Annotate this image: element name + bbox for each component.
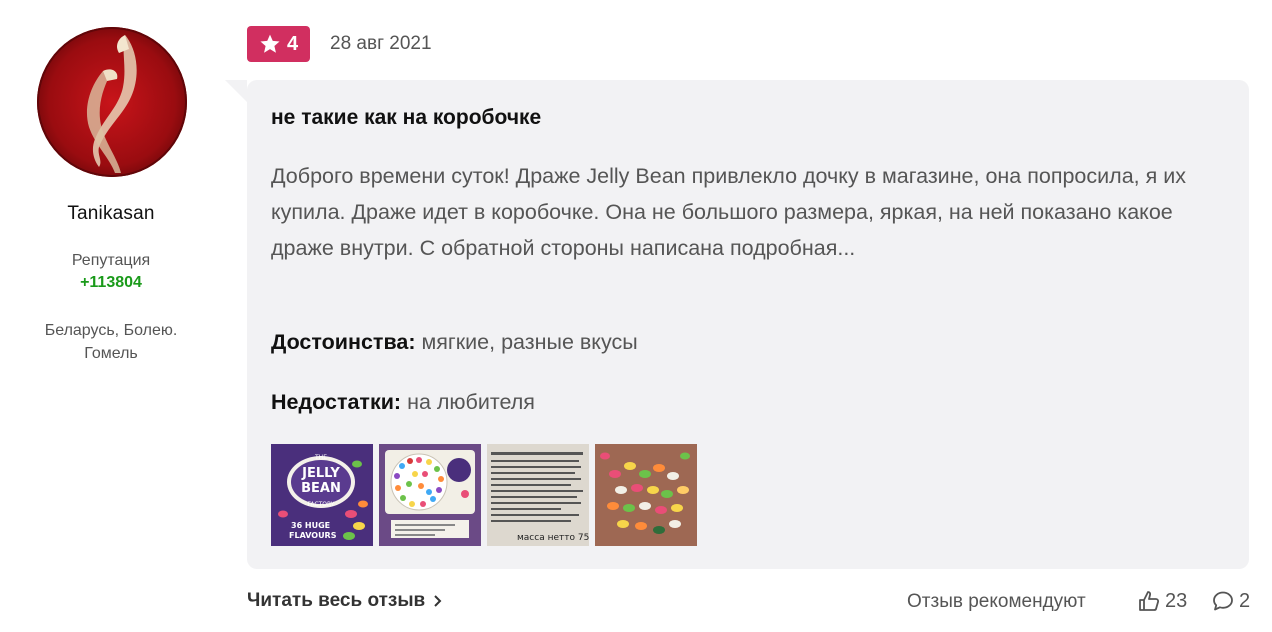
review-card: Tanikasan Репутация +113804 Беларусь, Бо… — [0, 0, 1272, 632]
location-line-2: Гомель — [84, 345, 138, 362]
svg-text:BEAN: BEAN — [301, 481, 341, 496]
review-cons: Недостатки: на любителя — [271, 390, 535, 415]
jelly-bean-box-front-photo[interactable]: JELLY BEAN THE FACTORY 36 HUGE FLAVOURS — [271, 444, 373, 546]
koi-fish-avatar-icon[interactable] — [37, 27, 187, 177]
svg-text:36 HUGE: 36 HUGE — [291, 521, 330, 530]
svg-text:масса нетто 75 г: масса нетто 75 г — [517, 533, 589, 543]
user-info: Tanikasan Репутация +113804 Беларусь, Бо… — [0, 0, 225, 632]
pros-label: Достоинства: — [271, 330, 416, 354]
jelly-bean-box-back-photo[interactable]: масса нетто 75 г — [487, 444, 589, 546]
likes-count: 23 — [1165, 589, 1188, 612]
bubble-tail — [225, 80, 247, 102]
reputation-label: Репутация — [71, 252, 151, 269]
rating-badge: 4 — [247, 26, 310, 62]
read-full-review-link[interactable]: Читать весь отзыв — [247, 590, 443, 612]
cons-value: на любителя — [407, 390, 535, 414]
chevron-right-icon — [434, 595, 442, 607]
username[interactable]: Tanikasan — [0, 203, 222, 225]
pros-value: мягкие, разные вкусы — [421, 330, 638, 354]
comments-count: 2 — [1239, 589, 1251, 612]
location-line-1: Беларусь, Болею. — [44, 322, 178, 339]
thumbs-up-icon — [1139, 591, 1160, 611]
rating-value: 4 — [286, 32, 299, 55]
review-pros: Достоинства: мягкие, разные вкусы — [271, 330, 638, 355]
svg-text:FACTORY: FACTORY — [308, 501, 335, 508]
comment-icon — [1213, 591, 1233, 611]
read-more-label: Читать весь отзыв — [247, 590, 426, 611]
svg-text:FLAVOURS: FLAVOURS — [289, 531, 337, 540]
svg-text:THE: THE — [314, 454, 327, 461]
reputation-value: +113804 — [80, 274, 142, 291]
star-icon — [260, 34, 280, 53]
review-title[interactable]: не такие как на коробочке — [271, 106, 541, 130]
user-location: Беларусь, Болею. Гомель — [20, 319, 202, 365]
recommend-label: Отзыв рекомендуют — [907, 591, 1086, 612]
jelly-bean-box-flavours-photo[interactable] — [379, 444, 481, 546]
review-photos: JELLY BEAN THE FACTORY 36 HUGE FLAVOURS — [271, 444, 697, 546]
review-text: Доброго времени суток! Драже Jelly Bean … — [271, 164, 1186, 260]
svg-text:JELLY: JELLY — [301, 466, 340, 481]
likes-button[interactable]: 23 — [1137, 589, 1187, 613]
jelly-beans-on-table-photo[interactable] — [595, 444, 697, 546]
comments-button[interactable]: 2 — [1211, 589, 1250, 613]
review-date: 28 авг 2021 — [330, 33, 432, 54]
cons-label: Недостатки: — [271, 390, 402, 414]
